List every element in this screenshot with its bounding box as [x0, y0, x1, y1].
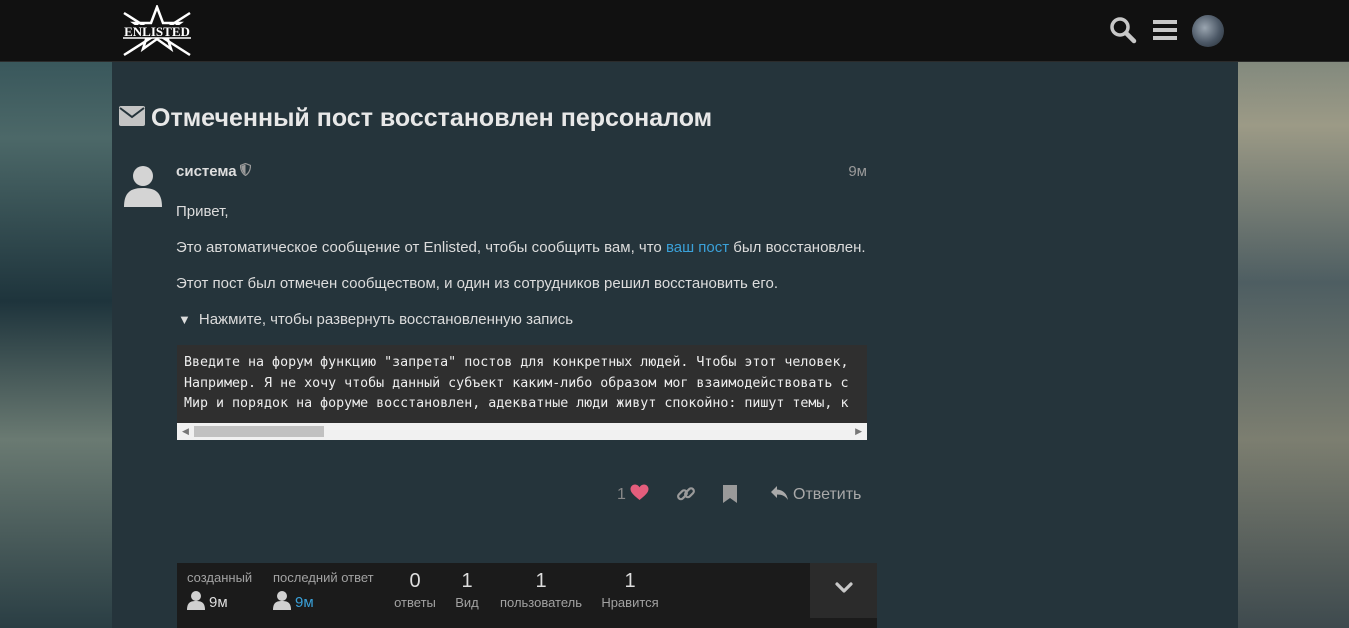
stat-likes: 1 Нравится: [600, 569, 660, 610]
your-post-link[interactable]: ваш пост: [666, 239, 729, 256]
site-logo[interactable]: ENLISTED: [120, 3, 194, 58]
like-button[interactable]: 1: [617, 483, 649, 507]
background-right: [1238, 0, 1349, 628]
shield-icon: [239, 162, 251, 180]
scrollbar-thumb[interactable]: [194, 426, 324, 437]
site-header: ENLISTED: [0, 0, 1349, 62]
last-reply-value-row: 9м: [273, 590, 374, 614]
hamburger-menu-icon[interactable]: [1152, 16, 1180, 44]
stat-views: 1 Вид: [452, 569, 482, 610]
code-line: Например. Я не хочу чтобы данный субъект…: [184, 375, 849, 391]
link-icon[interactable]: [676, 484, 696, 504]
post-greeting: Привет,: [176, 203, 229, 220]
stat-likes-label: Нравится: [601, 595, 659, 610]
reply-button[interactable]: Ответить: [770, 483, 861, 507]
post-paragraph-2: Этот пост был отмечен сообществом, и оди…: [176, 275, 779, 292]
disclosure-triangle-icon: ▼: [178, 312, 191, 327]
code-block: Введите на форум функцию "запрета" посто…: [177, 345, 867, 423]
created-time: 9м: [209, 593, 228, 611]
stat-users[interactable]: 1 пользователь: [498, 569, 584, 610]
topic-last-reply[interactable]: последний ответ 9м: [273, 570, 374, 614]
page-title: Отмеченный пост восстановлен персоналом: [151, 103, 713, 132]
paragraph-text: Это автоматическое сообщение от Enlisted…: [176, 239, 666, 256]
post-username[interactable]: система: [176, 163, 237, 180]
topic-created[interactable]: созданный 9м: [187, 570, 252, 614]
post-author[interactable]: система: [176, 162, 251, 180]
post-paragraph-1: Это автоматическое сообщение от Enlisted…: [176, 239, 866, 256]
topic-map-footer: [810, 618, 877, 628]
last-reply-label: последний ответ: [273, 570, 374, 585]
expand-topic-map-button[interactable]: [810, 563, 877, 618]
scroll-left-arrow-icon[interactable]: ◀: [182, 426, 189, 437]
post-author-avatar[interactable]: [123, 164, 163, 208]
stat-replies: 0 ответы: [392, 569, 438, 610]
last-reply-time[interactable]: 9м: [295, 594, 314, 611]
user-icon: [273, 590, 291, 614]
stat-users-number: 1: [535, 570, 547, 592]
reply-arrow-icon[interactable]: [770, 485, 789, 506]
post-time[interactable]: 9м: [830, 163, 867, 180]
user-avatar[interactable]: [1192, 15, 1224, 47]
search-icon[interactable]: [1109, 16, 1137, 44]
created-label: созданный: [187, 570, 253, 585]
heart-icon[interactable]: [630, 484, 649, 506]
bookmark-icon[interactable]: [721, 484, 741, 504]
created-value-row: 9м: [187, 590, 252, 614]
stat-replies-label: ответы: [394, 595, 436, 610]
logo-text: ENLISTED: [124, 24, 190, 39]
reply-label[interactable]: Ответить: [793, 486, 861, 504]
like-count[interactable]: 1: [617, 486, 626, 504]
code-line: Мир и порядок на форуме восстановлен, ад…: [184, 396, 849, 411]
code-line: Введите на форум функцию "запрета" посто…: [184, 355, 849, 370]
code-horizontal-scrollbar[interactable]: ◀ ▶: [177, 423, 867, 440]
topic-title: Отмеченный пост восстановлен персоналом: [119, 101, 712, 135]
scroll-right-arrow-icon[interactable]: ▶: [855, 426, 862, 437]
stat-views-number: 1: [461, 570, 473, 592]
background-left: [0, 0, 112, 628]
topic-map: [177, 563, 810, 628]
stat-users-label: пользователь: [499, 595, 583, 610]
user-icon: [187, 590, 205, 614]
stat-views-label: Вид: [455, 595, 479, 610]
paragraph-text: был восстановлен.: [729, 239, 866, 256]
summary-text: Нажмите, чтобы развернуть восстановленну…: [198, 311, 574, 328]
stat-likes-number: 1: [624, 570, 636, 592]
details-summary[interactable]: ▼ Нажмите, чтобы развернуть восстановленн…: [178, 311, 573, 328]
envelope-icon: [119, 105, 145, 131]
chevron-down-icon[interactable]: [834, 581, 854, 600]
stat-replies-number: 0: [409, 570, 421, 592]
